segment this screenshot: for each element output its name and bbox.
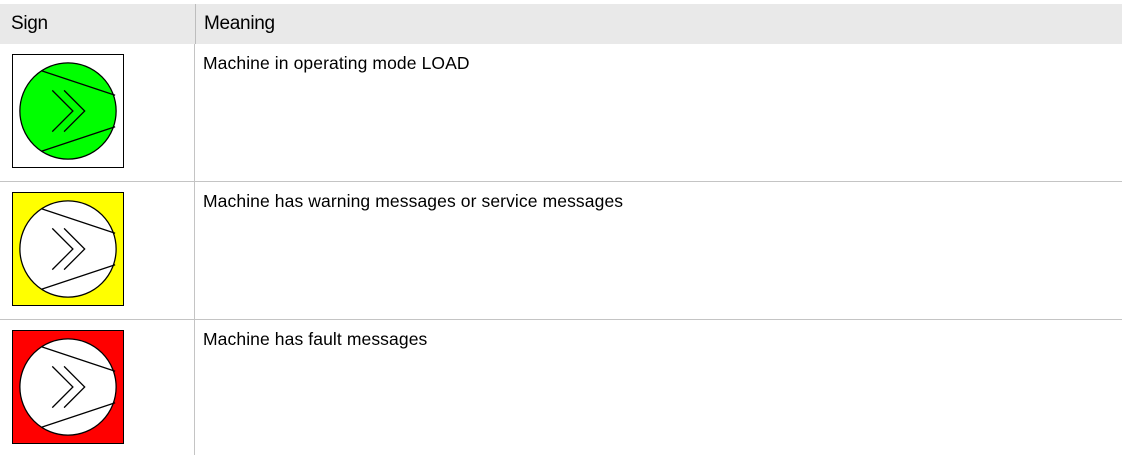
sign-meaning-table: Sign Meaning Machine in operating mode L… (0, 4, 1122, 455)
operating-mode-load-icon (12, 54, 124, 168)
sign-column-header: Sign (0, 4, 196, 44)
meaning-column-header: Meaning (204, 13, 275, 34)
table-row: Machine has warning messages or service … (0, 182, 1122, 320)
table-row: Machine has fault messages (0, 320, 1122, 455)
sign-cell (0, 44, 195, 181)
meaning-text: Machine has fault messages (203, 329, 428, 349)
sign-cell (0, 320, 195, 455)
table-row: Machine in operating mode LOAD (0, 44, 1122, 182)
table-header-row: Sign Meaning (0, 4, 1122, 44)
meaning-text: Machine in operating mode LOAD (203, 53, 470, 73)
sign-cell (0, 182, 195, 319)
fault-messages-icon (12, 330, 124, 444)
warning-messages-icon (12, 192, 124, 306)
meaning-text: Machine has warning messages or service … (203, 191, 624, 211)
